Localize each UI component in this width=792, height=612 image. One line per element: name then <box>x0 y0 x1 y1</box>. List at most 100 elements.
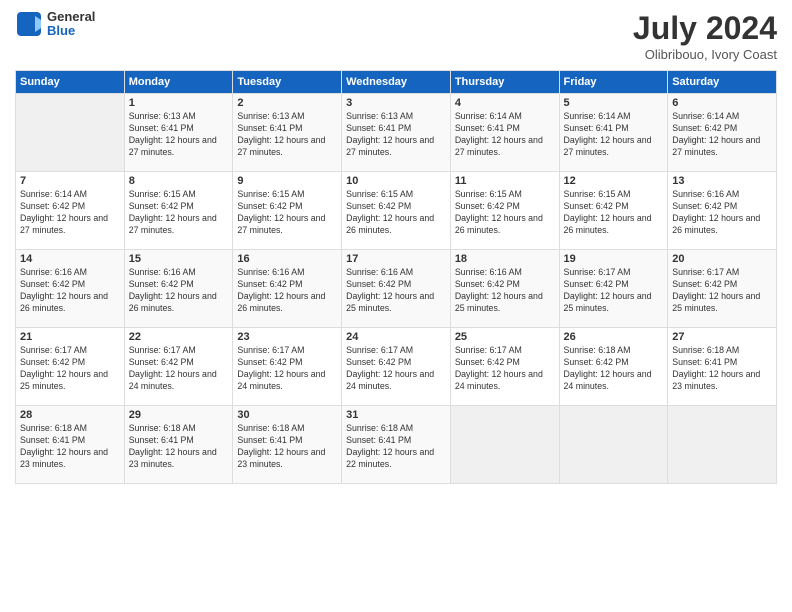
calendar-cell: 23 Sunrise: 6:17 AM Sunset: 6:42 PM Dayli… <box>233 328 342 406</box>
calendar-cell: 3Sunrise: 6:13 AM Sunset: 6:41 PM Daylig… <box>342 94 451 172</box>
day-info: Sunrise: 6:17 AM Sunset: 6:42 PM Dayligh… <box>20 345 120 393</box>
calendar-cell <box>16 94 125 172</box>
day-number: 1 <box>129 97 229 109</box>
calendar-cell: 8 Sunrise: 6:15 AM Sunset: 6:42 PM Daylig… <box>124 172 233 250</box>
day-info: Sunrise: 6:16 AM Sunset: 6:42 PM Dayligh… <box>455 267 555 315</box>
calendar-week-row: 14 Sunrise: 6:16 AM Sunset: 6:42 PM Dayli… <box>16 250 777 328</box>
calendar-cell <box>559 406 668 484</box>
day-info: Sunrise: 6:15 AM Sunset: 6:42 PM Dayligh… <box>455 189 555 237</box>
weekday-header: Wednesday <box>342 71 451 94</box>
day-info: Sunrise: 6:18 AM Sunset: 6:42 PM Dayligh… <box>564 345 664 393</box>
day-number: 18 <box>455 253 555 265</box>
calendar-cell: 24Sunrise: 6:17 AM Sunset: 6:42 PM Dayli… <box>342 328 451 406</box>
header: General Blue July 2024 Olibribouo, Ivory… <box>15 10 777 62</box>
day-number: 27 <box>672 331 772 343</box>
calendar-cell: 28 Sunrise: 6:18 AM Sunset: 6:41 PM Dayli… <box>16 406 125 484</box>
calendar-table: SundayMondayTuesdayWednesdayThursdayFrid… <box>15 70 777 484</box>
calendar-cell: 30Sunrise: 6:18 AM Sunset: 6:41 PM Dayli… <box>233 406 342 484</box>
day-info: Sunrise: 6:18 AM Sunset: 6:41 PM Dayligh… <box>672 345 772 393</box>
day-number: 6 <box>672 97 772 109</box>
day-number: 3 <box>346 97 446 109</box>
day-number: 7 <box>20 175 120 187</box>
day-info: Sunrise: 6:18 AM Sunset: 6:41 PM Dayligh… <box>20 423 120 471</box>
calendar-cell: 17 Sunrise: 6:16 AM Sunset: 6:42 PM Dayli… <box>342 250 451 328</box>
calendar-cell: 1 Sunrise: 6:13 AM Sunset: 6:41 PM Daylig… <box>124 94 233 172</box>
day-info: Sunrise: 6:15 AM Sunset: 6:42 PM Dayligh… <box>129 189 229 237</box>
logo: General Blue <box>15 10 95 39</box>
weekday-header: Sunday <box>16 71 125 94</box>
day-number: 26 <box>564 331 664 343</box>
day-info: Sunrise: 6:16 AM Sunset: 6:42 PM Dayligh… <box>672 189 772 237</box>
day-number: 11 <box>455 175 555 187</box>
calendar-cell: 20Sunrise: 6:17 AM Sunset: 6:42 PM Dayli… <box>668 250 777 328</box>
title-section: July 2024 Olibribouo, Ivory Coast <box>633 10 777 62</box>
calendar-cell: 12 Sunrise: 6:15 AM Sunset: 6:42 PM Dayli… <box>559 172 668 250</box>
day-number: 21 <box>20 331 120 343</box>
day-info: Sunrise: 6:15 AM Sunset: 6:42 PM Dayligh… <box>564 189 664 237</box>
day-info: Sunrise: 6:17 AM Sunset: 6:42 PM Dayligh… <box>237 345 337 393</box>
day-number: 16 <box>237 253 337 265</box>
day-number: 23 <box>237 331 337 343</box>
day-info: Sunrise: 6:14 AM Sunset: 6:42 PM Dayligh… <box>20 189 120 237</box>
day-number: 20 <box>672 253 772 265</box>
calendar-cell: 15 Sunrise: 6:16 AM Sunset: 6:42 PM Dayli… <box>124 250 233 328</box>
calendar-cell: 26 Sunrise: 6:18 AM Sunset: 6:42 PM Dayli… <box>559 328 668 406</box>
day-info: Sunrise: 6:18 AM Sunset: 6:41 PM Dayligh… <box>237 423 337 471</box>
day-number: 25 <box>455 331 555 343</box>
logo-general: General <box>47 10 95 24</box>
day-number: 31 <box>346 409 446 421</box>
logo-icon <box>15 10 43 38</box>
day-number: 15 <box>129 253 229 265</box>
day-info: Sunrise: 6:18 AM Sunset: 6:41 PM Dayligh… <box>346 423 446 471</box>
calendar-page: General Blue July 2024 Olibribouo, Ivory… <box>0 0 792 612</box>
day-number: 4 <box>455 97 555 109</box>
day-info: Sunrise: 6:13 AM Sunset: 6:41 PM Dayligh… <box>129 111 229 159</box>
day-info: Sunrise: 6:17 AM Sunset: 6:42 PM Dayligh… <box>129 345 229 393</box>
calendar-cell: 13 Sunrise: 6:16 AM Sunset: 6:42 PM Dayli… <box>668 172 777 250</box>
calendar-cell: 2 Sunrise: 6:13 AM Sunset: 6:41 PM Daylig… <box>233 94 342 172</box>
day-info: Sunrise: 6:18 AM Sunset: 6:41 PM Dayligh… <box>129 423 229 471</box>
day-info: Sunrise: 6:14 AM Sunset: 6:42 PM Dayligh… <box>672 111 772 159</box>
weekday-header: Friday <box>559 71 668 94</box>
day-number: 29 <box>129 409 229 421</box>
day-number: 19 <box>564 253 664 265</box>
calendar-cell <box>668 406 777 484</box>
day-info: Sunrise: 6:14 AM Sunset: 6:41 PM Dayligh… <box>564 111 664 159</box>
calendar-cell: 19 Sunrise: 6:17 AM Sunset: 6:42 PM Dayli… <box>559 250 668 328</box>
calendar-cell: 18 Sunrise: 6:16 AM Sunset: 6:42 PM Dayli… <box>450 250 559 328</box>
calendar-cell: 4Sunrise: 6:14 AM Sunset: 6:41 PM Daylig… <box>450 94 559 172</box>
calendar-cell: 11 Sunrise: 6:15 AM Sunset: 6:42 PM Dayli… <box>450 172 559 250</box>
day-info: Sunrise: 6:13 AM Sunset: 6:41 PM Dayligh… <box>237 111 337 159</box>
weekday-header: Tuesday <box>233 71 342 94</box>
calendar-cell: 25 Sunrise: 6:17 AM Sunset: 6:42 PM Dayli… <box>450 328 559 406</box>
day-number: 2 <box>237 97 337 109</box>
calendar-cell: 29 Sunrise: 6:18 AM Sunset: 6:41 PM Dayli… <box>124 406 233 484</box>
day-info: Sunrise: 6:16 AM Sunset: 6:42 PM Dayligh… <box>237 267 337 315</box>
day-number: 9 <box>237 175 337 187</box>
weekday-header: Saturday <box>668 71 777 94</box>
day-info: Sunrise: 6:16 AM Sunset: 6:42 PM Dayligh… <box>346 267 446 315</box>
calendar-cell: 5Sunrise: 6:14 AM Sunset: 6:41 PM Daylig… <box>559 94 668 172</box>
logo-blue: Blue <box>47 24 95 38</box>
calendar-week-row: 28 Sunrise: 6:18 AM Sunset: 6:41 PM Dayli… <box>16 406 777 484</box>
day-number: 8 <box>129 175 229 187</box>
calendar-cell: 16 Sunrise: 6:16 AM Sunset: 6:42 PM Dayli… <box>233 250 342 328</box>
day-number: 12 <box>564 175 664 187</box>
day-number: 28 <box>20 409 120 421</box>
day-info: Sunrise: 6:15 AM Sunset: 6:42 PM Dayligh… <box>237 189 337 237</box>
day-info: Sunrise: 6:17 AM Sunset: 6:42 PM Dayligh… <box>564 267 664 315</box>
day-info: Sunrise: 6:15 AM Sunset: 6:42 PM Dayligh… <box>346 189 446 237</box>
calendar-cell: 27 Sunrise: 6:18 AM Sunset: 6:41 PM Dayli… <box>668 328 777 406</box>
day-info: Sunrise: 6:16 AM Sunset: 6:42 PM Dayligh… <box>129 267 229 315</box>
weekday-header: Thursday <box>450 71 559 94</box>
day-number: 17 <box>346 253 446 265</box>
day-number: 13 <box>672 175 772 187</box>
day-number: 24 <box>346 331 446 343</box>
day-info: Sunrise: 6:17 AM Sunset: 6:42 PM Dayligh… <box>455 345 555 393</box>
calendar-cell <box>450 406 559 484</box>
calendar-cell: 10 Sunrise: 6:15 AM Sunset: 6:42 PM Dayli… <box>342 172 451 250</box>
day-number: 10 <box>346 175 446 187</box>
day-number: 14 <box>20 253 120 265</box>
calendar-cell: 31 Sunrise: 6:18 AM Sunset: 6:41 PM Dayli… <box>342 406 451 484</box>
calendar-week-row: 1 Sunrise: 6:13 AM Sunset: 6:41 PM Daylig… <box>16 94 777 172</box>
